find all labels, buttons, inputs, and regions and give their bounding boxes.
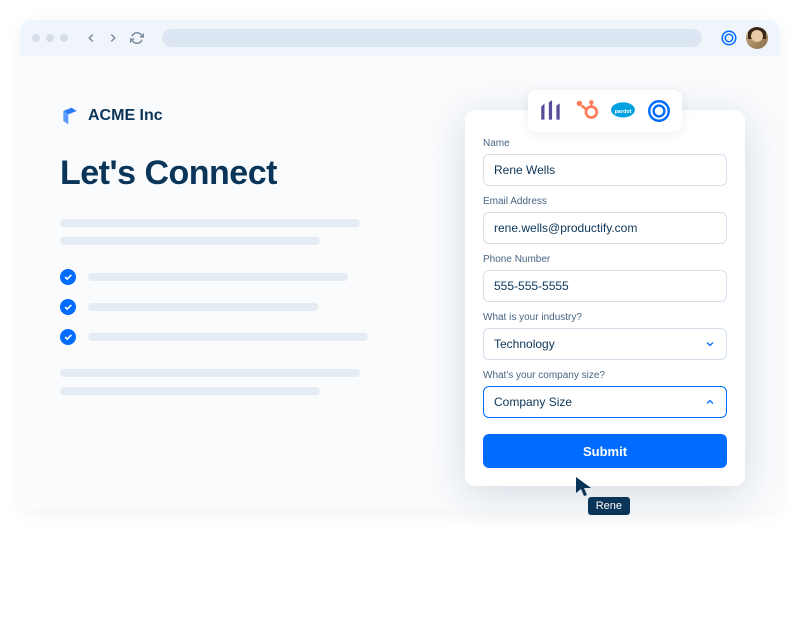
marketo-icon	[538, 98, 564, 124]
url-bar[interactable]	[162, 29, 702, 47]
calendly-icon	[646, 98, 672, 124]
name-label: Name	[483, 138, 727, 149]
check-icon	[60, 299, 76, 315]
back-icon[interactable]	[84, 31, 98, 45]
cursor-label: Rene	[588, 497, 630, 515]
close-dot[interactable]	[32, 34, 40, 42]
chevron-down-icon	[704, 338, 716, 350]
salesforce-icon: pardot	[610, 98, 636, 124]
name-input[interactable]	[483, 154, 727, 186]
phone-label: Phone Number	[483, 254, 727, 265]
browser-chrome	[20, 20, 780, 56]
check-icon	[60, 269, 76, 285]
svg-text:pardot: pardot	[615, 109, 632, 115]
phone-input[interactable]	[483, 270, 727, 302]
email-label: Email Address	[483, 196, 727, 207]
reload-icon[interactable]	[130, 31, 144, 45]
window-controls[interactable]	[32, 34, 68, 42]
integration-badges: pardot	[528, 90, 682, 132]
minimize-dot[interactable]	[46, 34, 54, 42]
cursor-icon	[574, 475, 594, 499]
footer-placeholder	[60, 369, 370, 395]
email-input[interactable]	[483, 212, 727, 244]
collaborator-cursor: Rene	[574, 475, 630, 515]
user-avatar[interactable]	[746, 27, 768, 49]
maximize-dot[interactable]	[60, 34, 68, 42]
industry-value: Technology	[494, 337, 555, 351]
brand-name: ACME Inc	[88, 107, 163, 125]
description-placeholder	[60, 219, 370, 245]
brand-icon	[60, 106, 80, 126]
company-size-select[interactable]: Company Size	[483, 386, 727, 418]
industry-select[interactable]: Technology	[483, 328, 727, 360]
lead-form: pardot Name Email Address Phone Number W…	[465, 110, 745, 486]
forward-icon[interactable]	[106, 31, 120, 45]
industry-label: What is your industry?	[483, 312, 727, 323]
hubspot-icon	[574, 98, 600, 124]
check-icon	[60, 329, 76, 345]
company-size-placeholder: Company Size	[494, 395, 572, 409]
chevron-up-icon	[704, 396, 716, 408]
submit-button[interactable]: Submit	[483, 434, 727, 468]
company-size-label: What's your company size?	[483, 370, 727, 381]
calendly-icon[interactable]	[720, 29, 738, 47]
